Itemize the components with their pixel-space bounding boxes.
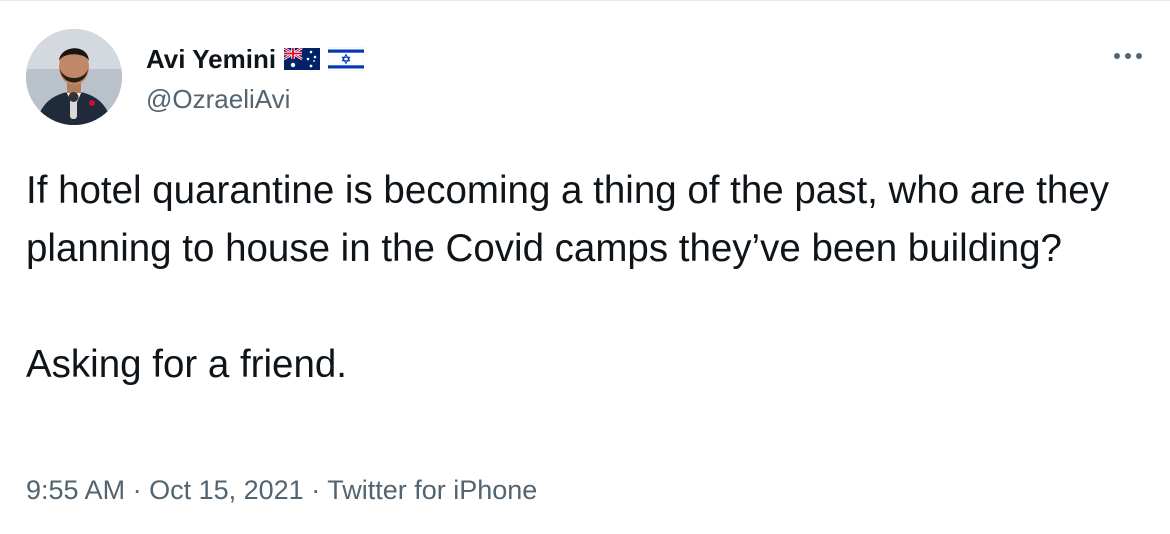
meta-separator: · xyxy=(132,475,142,505)
tweet-text: If hotel quarantine is becoming a thing … xyxy=(26,162,1156,394)
avatar[interactable] xyxy=(26,29,122,125)
tweet-text-paragraph: Asking for a friend. xyxy=(26,343,347,386)
tweet-time-link[interactable]: 9:55 AM xyxy=(26,475,125,505)
avatar-photo xyxy=(26,29,122,125)
flag-israel-icon xyxy=(328,47,365,71)
more-options-button[interactable] xyxy=(1108,41,1148,71)
tweet-text-paragraph: If hotel quarantine is becoming a thing … xyxy=(26,169,1109,270)
tweet-metadata: 9:55 AM · Oct 15, 2021 · Twitter for iPh… xyxy=(26,472,537,508)
meta-separator: · xyxy=(311,475,321,505)
more-horizontal-icon xyxy=(1114,53,1142,59)
author-name-row[interactable]: Avi Yemini xyxy=(146,43,365,75)
tweet-date-link[interactable]: Oct 15, 2021 xyxy=(149,475,304,505)
author-handle[interactable]: @OzraeliAvi xyxy=(146,83,290,115)
flag-australia-icon xyxy=(284,48,321,70)
tweet-source-link[interactable]: Twitter for iPhone xyxy=(327,475,537,505)
tweet-card: Avi Yemini @OzraeliAvi If hotel quaranti… xyxy=(0,0,1170,534)
display-name[interactable]: Avi Yemini xyxy=(146,43,276,75)
